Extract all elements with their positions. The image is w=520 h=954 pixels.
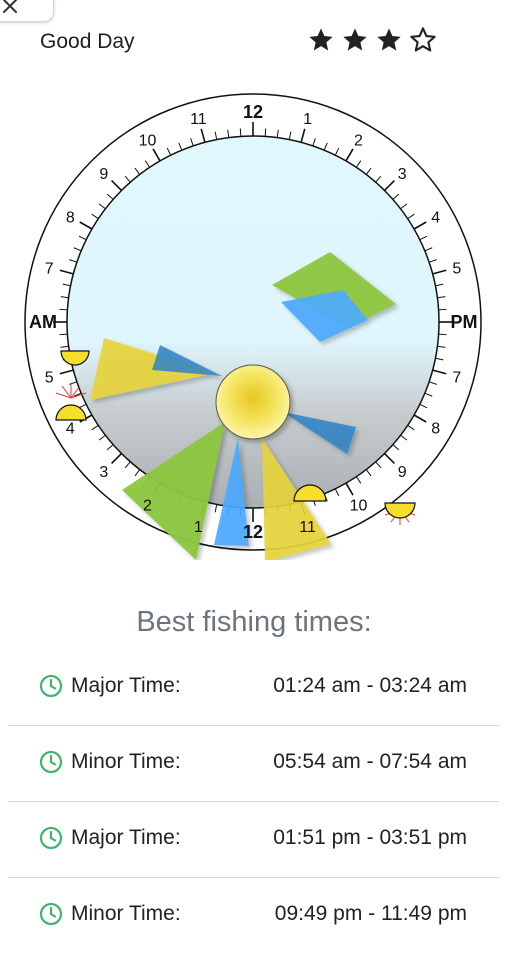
fishing-time-row: Major Time: 01:24 am - 03:24 am <box>8 650 499 726</box>
star-filled-icon <box>377 28 401 51</box>
clock-icon <box>39 826 63 850</box>
dial-hour-label: 9 <box>398 464 407 481</box>
fishing-times-list: Major Time: 01:24 am - 03:24 am Minor Ti… <box>8 650 499 954</box>
dial-label-am: AM <box>29 312 57 332</box>
star-filled-icon <box>343 28 367 51</box>
dial-label-pm: PM <box>451 312 478 332</box>
dial-hour-label: 11 <box>299 519 316 536</box>
star-filled-icon <box>309 28 333 51</box>
time-range-value: 09:49 pm - 11:49 pm <box>274 902 467 925</box>
fishing-time-row: Minor Time: 09:49 pm - 11:49 pm <box>8 878 499 954</box>
dial-hour-label: 9 <box>99 166 108 183</box>
fishing-time-row: Minor Time: 05:54 am - 07:54 am <box>8 726 499 802</box>
dial-hour-label: 1 <box>303 111 312 128</box>
dial-hour-label: 5 <box>45 370 54 387</box>
dial-hour-label: 4 <box>66 421 75 438</box>
dial-tick <box>239 128 242 137</box>
dial-tick <box>438 333 447 336</box>
dial-tick <box>438 308 447 311</box>
close-icon <box>3 0 17 13</box>
dial-hour-label: 8 <box>66 210 75 227</box>
day-rating-label: Good Day <box>40 30 135 53</box>
dial-tick <box>264 128 267 137</box>
dial-hour-label: 2 <box>354 132 363 149</box>
best-fishing-times-title: Best fishing times: <box>136 606 372 638</box>
center-sun <box>215 364 291 440</box>
dial-tick <box>59 333 68 336</box>
time-range-value: 05:54 am - 07:54 am <box>273 750 467 773</box>
dial-tick <box>59 308 68 311</box>
time-range-value: 01:51 pm - 03:51 pm <box>273 826 467 849</box>
clock-icon <box>39 674 63 698</box>
star-empty-icon <box>410 27 436 52</box>
dial-label-bottom-12: 12 <box>243 522 263 542</box>
star-rating <box>306 26 438 54</box>
dial-hour-label: 2 <box>143 498 152 515</box>
time-range-value: 01:24 am - 03:24 am <box>273 674 467 697</box>
dial-hour-label: 10 <box>139 132 157 149</box>
dial-hour-label: 7 <box>452 370 461 387</box>
dial-label-top-12: 12 <box>243 102 263 122</box>
time-type-label: Major Time: <box>71 674 181 697</box>
dial-hour-label: 8 <box>431 421 440 438</box>
fishing-time-row: Major Time: 01:51 pm - 03:51 pm <box>8 802 499 878</box>
dial-hour-label: 7 <box>45 260 54 277</box>
clock-icon <box>39 750 63 774</box>
dial-hour-label: 11 <box>190 111 207 128</box>
time-type-label: Major Time: <box>71 826 181 849</box>
dial-face <box>66 135 440 509</box>
dial-hour-label: 3 <box>398 166 407 183</box>
solunar-dial: 12 12 AM PM 123457891011123457891011 <box>24 93 482 560</box>
dial-hour-label: 3 <box>99 464 108 481</box>
close-button[interactable] <box>0 0 54 22</box>
dial-hour-label: 5 <box>452 260 461 277</box>
dial-hour-label: 10 <box>350 498 368 515</box>
dial-hour-label: 4 <box>431 210 440 227</box>
dial-hour-label: 1 <box>194 519 203 536</box>
time-type-label: Minor Time: <box>71 750 181 773</box>
sunset-marker <box>384 502 416 525</box>
clock-icon <box>39 902 63 926</box>
time-type-label: Minor Time: <box>71 902 181 925</box>
